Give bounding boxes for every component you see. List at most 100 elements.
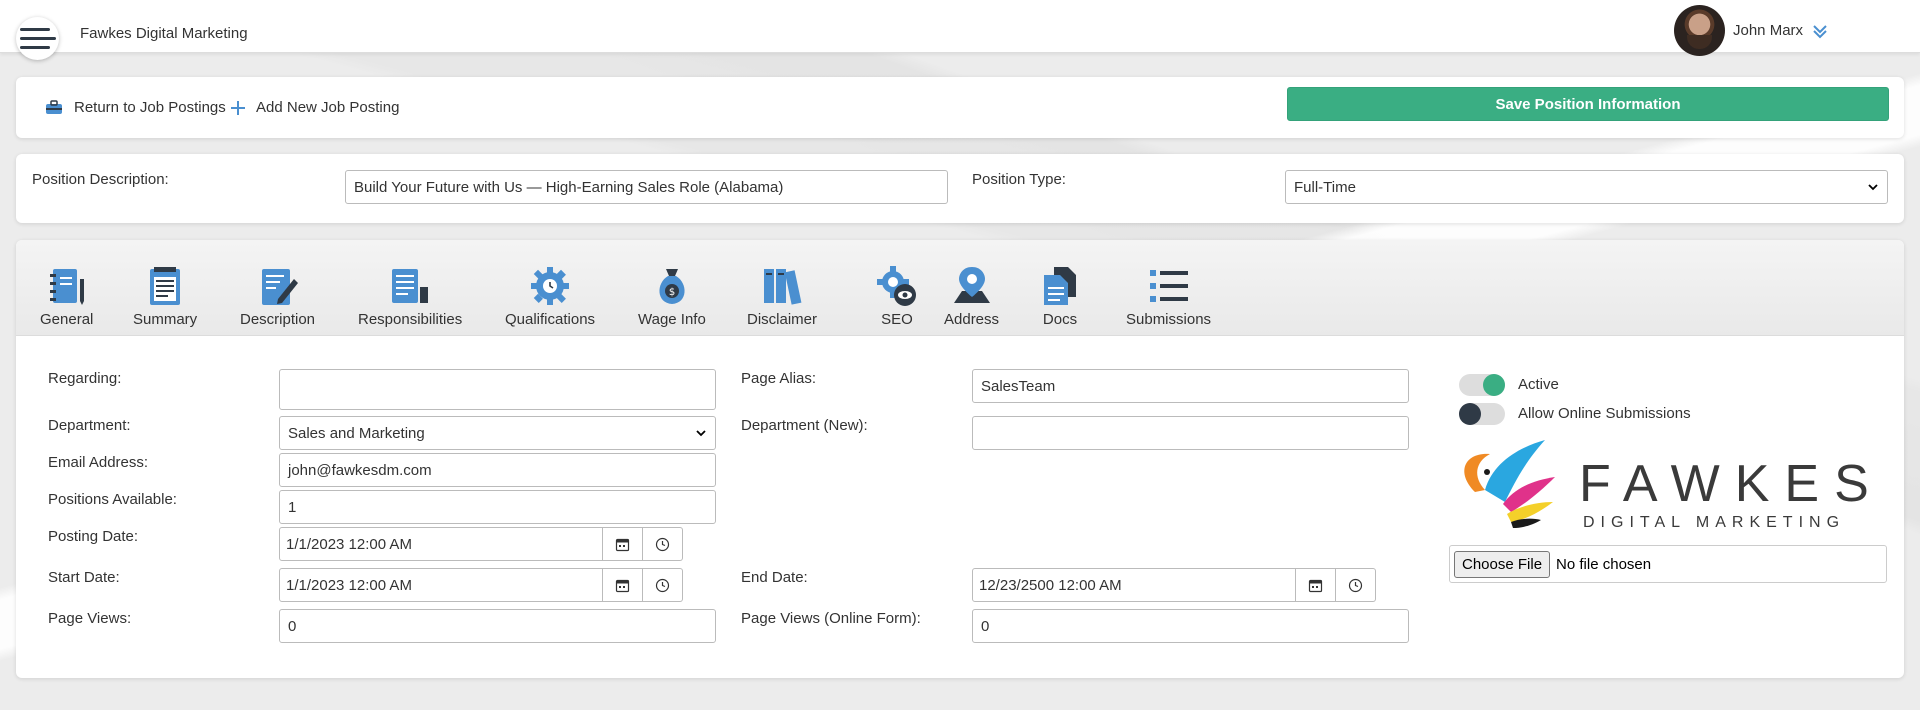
posting-date-picker: 1/1/2023 12:00 AM bbox=[279, 527, 683, 561]
tab-wage-info[interactable]: $ Wage Info bbox=[638, 265, 706, 328]
add-label: Add New Job Posting bbox=[256, 99, 400, 116]
company-logo: FAWKES DIGITAL MARKETING bbox=[1445, 432, 1885, 532]
regarding-input[interactable] bbox=[279, 369, 716, 410]
active-label: Active bbox=[1518, 376, 1559, 393]
add-new-job-posting-link[interactable]: Add New Job Posting bbox=[230, 99, 399, 116]
calendar-icon bbox=[1308, 579, 1323, 592]
email-label: Email Address: bbox=[48, 454, 149, 471]
books-icon bbox=[764, 269, 802, 305]
regarding-label: Regarding: bbox=[48, 370, 122, 387]
page-alias-label: Page Alias: bbox=[741, 370, 817, 387]
toggle-knob bbox=[1483, 374, 1505, 396]
tab-label: SEO bbox=[881, 311, 913, 328]
posting-date-label: Posting Date: bbox=[48, 528, 139, 545]
end-date-label: End Date: bbox=[741, 569, 808, 586]
page-views-online-input[interactable]: 0 bbox=[972, 609, 1409, 643]
posting-date-input[interactable]: 1/1/2023 12:00 AM bbox=[279, 527, 603, 561]
page-views-online-label: Page Views (Online Form): bbox=[741, 610, 921, 627]
tab-general[interactable]: General bbox=[40, 265, 93, 328]
clipboard-icon bbox=[150, 267, 181, 305]
page-views-input[interactable]: 0 bbox=[279, 609, 716, 643]
department-new-label: Department (New): bbox=[741, 417, 868, 434]
user-name: John Marx bbox=[1733, 22, 1804, 39]
email-field[interactable]: john@fawkesdm.com bbox=[279, 453, 716, 487]
return-to-job-postings-link[interactable]: Return to Job Postings bbox=[44, 99, 226, 116]
tab-label: Description bbox=[240, 311, 316, 328]
avatar[interactable] bbox=[1674, 5, 1725, 56]
clock-icon bbox=[655, 537, 670, 551]
tab-address[interactable]: Address bbox=[944, 265, 999, 328]
clock-button[interactable] bbox=[643, 568, 683, 602]
department-select[interactable]: Sales and Marketing bbox=[279, 416, 716, 450]
end-date-input[interactable]: 12/23/2500 12:00 AM bbox=[972, 568, 1296, 602]
tab-responsibilities[interactable]: Responsibilities bbox=[358, 265, 462, 328]
tab-disclaimer[interactable]: Disclaimer bbox=[747, 265, 817, 328]
tab-label: Address bbox=[944, 311, 1000, 328]
position-type-label: Position Type: bbox=[972, 171, 1066, 188]
calendar-button[interactable] bbox=[603, 568, 643, 602]
logo-subtitle: DIGITAL MARKETING bbox=[1583, 514, 1846, 531]
return-label: Return to Job Postings bbox=[74, 99, 226, 116]
tab-submissions[interactable]: Submissions bbox=[1126, 265, 1211, 328]
department-label: Department: bbox=[48, 417, 131, 434]
hamburger-menu-button[interactable] bbox=[16, 17, 59, 60]
end-date-picker: 12/23/2500 12:00 AM bbox=[972, 568, 1376, 602]
tab-label: Docs bbox=[1042, 311, 1078, 328]
position-type-select[interactable]: Full-Time bbox=[1285, 170, 1888, 204]
user-menu[interactable]: John Marx bbox=[1674, 5, 1829, 56]
tab-description[interactable]: Description bbox=[240, 265, 315, 328]
position-description-input[interactable]: Build Your Future with Us — High-Earning… bbox=[345, 170, 948, 204]
tab-label: Disclaimer bbox=[747, 311, 818, 328]
tab-label: Submissions bbox=[1126, 311, 1212, 328]
tab-bar: General Summary Description Responsibili… bbox=[16, 240, 1904, 336]
position-card: Position Description: Build Your Future … bbox=[16, 154, 1904, 223]
action-bar: Return to Job Postings Add New Job Posti… bbox=[16, 77, 1904, 138]
calendar-button[interactable] bbox=[1296, 568, 1336, 602]
svg-text:$: $ bbox=[669, 287, 675, 298]
notebook-icon bbox=[49, 269, 84, 305]
tab-label: Responsibilities bbox=[358, 311, 463, 328]
clock-icon bbox=[655, 578, 670, 592]
page-views-label: Page Views: bbox=[48, 610, 132, 627]
choose-file-button[interactable]: Choose File bbox=[1454, 550, 1551, 578]
department-new-input[interactable] bbox=[972, 416, 1409, 450]
tab-qualifications[interactable]: Qualifications bbox=[505, 265, 595, 328]
page-alias-input[interactable]: SalesTeam bbox=[972, 369, 1409, 403]
file-status: No file chosen bbox=[1556, 555, 1652, 573]
clock-icon bbox=[1348, 578, 1363, 592]
clock-button[interactable] bbox=[1336, 568, 1376, 602]
tab-seo[interactable]: SEO bbox=[875, 265, 919, 328]
app-title: Fawkes Digital Marketing bbox=[80, 25, 248, 42]
chevron-down-icon bbox=[696, 430, 706, 437]
gear-eye-icon bbox=[877, 266, 916, 306]
list-icon bbox=[1149, 270, 1188, 302]
clock-button[interactable] bbox=[643, 527, 683, 561]
map-pin-icon bbox=[953, 267, 990, 303]
docs-icon bbox=[1044, 267, 1076, 305]
tab-label: Summary bbox=[133, 311, 198, 328]
tab-docs[interactable]: Docs bbox=[1038, 265, 1082, 328]
start-date-label: Start Date: bbox=[48, 569, 120, 586]
department-value: Sales and Marketing bbox=[288, 424, 425, 442]
start-date-input[interactable]: 1/1/2023 12:00 AM bbox=[279, 568, 603, 602]
file-upload: Choose File No file chosen bbox=[1449, 545, 1887, 583]
start-date-picker: 1/1/2023 12:00 AM bbox=[279, 568, 683, 602]
calendar-button[interactable] bbox=[603, 527, 643, 561]
plus-icon bbox=[231, 100, 245, 115]
allow-online-submissions-label: Allow Online Submissions bbox=[1518, 405, 1691, 422]
money-bag-icon: $ bbox=[659, 269, 685, 304]
position-description-label: Position Description: bbox=[32, 171, 169, 188]
active-toggle[interactable] bbox=[1459, 374, 1505, 396]
logo-name: FAWKES bbox=[1579, 455, 1884, 513]
main-panel: General Summary Description Responsibili… bbox=[16, 240, 1904, 678]
briefcase-icon bbox=[46, 99, 62, 114]
save-position-button[interactable]: Save Position Information bbox=[1287, 87, 1889, 121]
allow-online-submissions-toggle[interactable] bbox=[1459, 403, 1505, 425]
tab-summary[interactable]: Summary bbox=[133, 265, 197, 328]
gear-clock-icon bbox=[531, 267, 570, 305]
positions-available-input[interactable]: 1 bbox=[279, 490, 716, 524]
chevron-down-icon[interactable] bbox=[1811, 22, 1829, 40]
tab-label: Wage Info bbox=[638, 311, 706, 328]
positions-available-label: Positions Available: bbox=[48, 491, 177, 508]
toggle-knob bbox=[1459, 403, 1481, 425]
